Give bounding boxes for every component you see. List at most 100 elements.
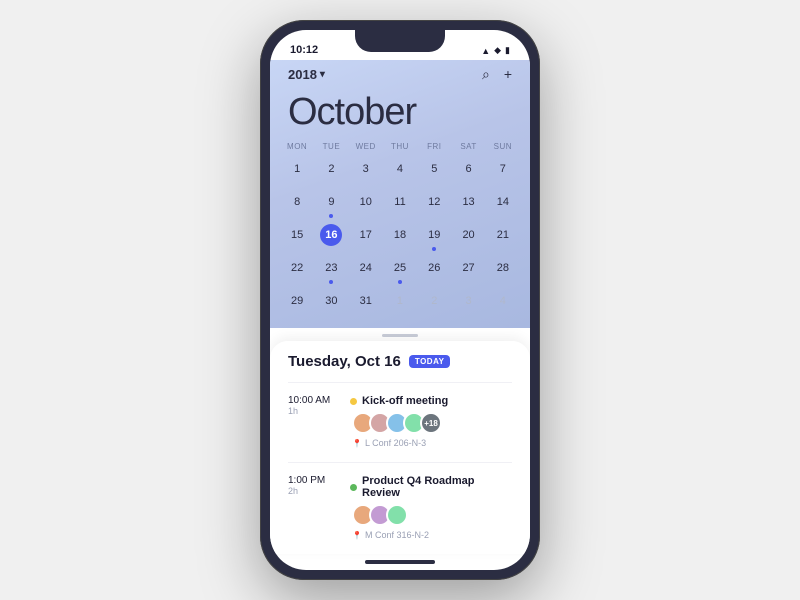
event-divider (288, 462, 512, 463)
cal-day-num: 3 (458, 290, 480, 312)
cal-day-19[interactable]: 19 (417, 221, 451, 254)
cal-day-26[interactable]: 26 (417, 254, 451, 287)
cal-day-25[interactable]: 25 (383, 254, 417, 287)
cal-day-29[interactable]: 29 (280, 287, 314, 320)
event-dot (350, 398, 357, 405)
events-date-header: Tuesday, Oct 16 TODAY (288, 353, 512, 370)
event-row[interactable]: 10:00 AM1hKick-off meeting+18📍L Conf 206… (288, 395, 512, 448)
event-details: Kick-off meeting+18📍L Conf 206-N-3 (350, 395, 512, 448)
cal-day-num: 27 (458, 257, 480, 279)
cal-day-11[interactable]: 11 (383, 188, 417, 221)
location-text: M Conf 316-N-2 (365, 530, 429, 540)
day-header-tue: TUE (314, 140, 348, 153)
cal-day-16[interactable]: 16 (314, 221, 348, 254)
day-header-fri: FRI (417, 140, 451, 153)
cal-day-6[interactable]: 6 (451, 155, 485, 188)
cal-day-15[interactable]: 15 (280, 221, 314, 254)
cal-day-num: 4 (492, 290, 514, 312)
status-icons: ▲ ◆ ▮ (481, 45, 510, 56)
battery-icon: ▮ (505, 45, 510, 56)
event-time-col: 10:00 AM1h (288, 395, 340, 448)
cal-day-num: 31 (355, 290, 377, 312)
cal-day-num: 6 (458, 158, 480, 180)
cal-day-num: 10 (355, 191, 377, 213)
cal-day-num: 30 (320, 290, 342, 312)
cal-day-4[interactable]: 4 (486, 287, 520, 320)
search-icon[interactable]: ⌕ (482, 66, 490, 83)
drag-handle[interactable] (382, 334, 418, 337)
cal-day-num: 2 (320, 158, 342, 180)
calendar-section: 2018 ⌕ + October MON TUE WED THU FRI SAT… (270, 60, 530, 328)
cal-day-23[interactable]: 23 (314, 254, 348, 287)
cal-day-9[interactable]: 9 (314, 188, 348, 221)
event-duration: 2h (288, 486, 340, 496)
event-duration: 1h (288, 406, 340, 416)
cal-day-1[interactable]: 1 (280, 155, 314, 188)
cal-day-num: 26 (423, 257, 445, 279)
calendar-grid: 1234567891011121314151617181920212223242… (270, 155, 530, 320)
cal-day-20[interactable]: 20 (451, 221, 485, 254)
events-divider (288, 382, 512, 383)
day-header-thu: THU (383, 140, 417, 153)
day-headers: MON TUE WED THU FRI SAT SUN (270, 140, 530, 153)
event-time: 10:00 AM (288, 395, 340, 406)
cal-day-num: 5 (423, 158, 445, 180)
cal-day-num: 8 (286, 191, 308, 213)
cal-day-8[interactable]: 8 (280, 188, 314, 221)
cal-day-num: 14 (492, 191, 514, 213)
month-title: October (270, 89, 530, 140)
event-time-col: 1:00 PM2h (288, 475, 340, 540)
event-details: Product Q4 Roadmap Review📍M Conf 316-N-2 (350, 475, 512, 540)
cal-day-num: 12 (423, 191, 445, 213)
cal-day-num: 28 (492, 257, 514, 279)
cal-day-4[interactable]: 4 (383, 155, 417, 188)
cal-day-14[interactable]: 14 (486, 188, 520, 221)
cal-day-10[interactable]: 10 (349, 188, 383, 221)
cal-day-31[interactable]: 31 (349, 287, 383, 320)
location-icon: 📍 (352, 439, 362, 448)
signal-icon: ▲ (481, 46, 490, 56)
event-location: 📍M Conf 316-N-2 (352, 530, 512, 540)
cal-day-num: 25 (389, 257, 411, 279)
cal-day-7[interactable]: 7 (486, 155, 520, 188)
cal-day-num: 15 (286, 224, 308, 246)
cal-day-17[interactable]: 17 (349, 221, 383, 254)
day-header-sun: SUN (486, 140, 520, 153)
notch (355, 30, 445, 52)
home-indicator[interactable] (365, 560, 435, 564)
phone-screen: 10:12 ▲ ◆ ▮ 2018 ⌕ + October MON TUE WED (270, 30, 530, 570)
cal-day-12[interactable]: 12 (417, 188, 451, 221)
cal-day-num: 3 (355, 158, 377, 180)
cal-day-num: 22 (286, 257, 308, 279)
avatar (386, 504, 408, 526)
cal-dot (432, 247, 436, 251)
event-title: Kick-off meeting (362, 395, 448, 407)
cal-day-1[interactable]: 1 (383, 287, 417, 320)
cal-day-18[interactable]: 18 (383, 221, 417, 254)
event-row[interactable]: 1:00 PM2hProduct Q4 Roadmap Review📍M Con… (288, 475, 512, 540)
cal-day-5[interactable]: 5 (417, 155, 451, 188)
cal-day-13[interactable]: 13 (451, 188, 485, 221)
cal-day-num: 17 (355, 224, 377, 246)
cal-day-2[interactable]: 2 (417, 287, 451, 320)
cal-day-num: 1 (389, 290, 411, 312)
wifi-icon: ◆ (494, 45, 501, 56)
event-dot (350, 484, 357, 491)
cal-day-27[interactable]: 27 (451, 254, 485, 287)
cal-day-22[interactable]: 22 (280, 254, 314, 287)
cal-day-3[interactable]: 3 (451, 287, 485, 320)
location-icon: 📍 (352, 531, 362, 540)
cal-day-28[interactable]: 28 (486, 254, 520, 287)
cal-day-24[interactable]: 24 (349, 254, 383, 287)
cal-day-3[interactable]: 3 (349, 155, 383, 188)
year-actions: ⌕ + (482, 66, 512, 83)
add-event-icon[interactable]: + (504, 66, 512, 83)
cal-day-2[interactable]: 2 (314, 155, 348, 188)
cal-day-num: 24 (355, 257, 377, 279)
cal-day-30[interactable]: 30 (314, 287, 348, 320)
cal-day-num: 9 (320, 191, 342, 213)
year-label[interactable]: 2018 (288, 67, 325, 82)
cal-day-21[interactable]: 21 (486, 221, 520, 254)
avatars-row (352, 504, 512, 526)
cal-day-num: 2 (423, 290, 445, 312)
